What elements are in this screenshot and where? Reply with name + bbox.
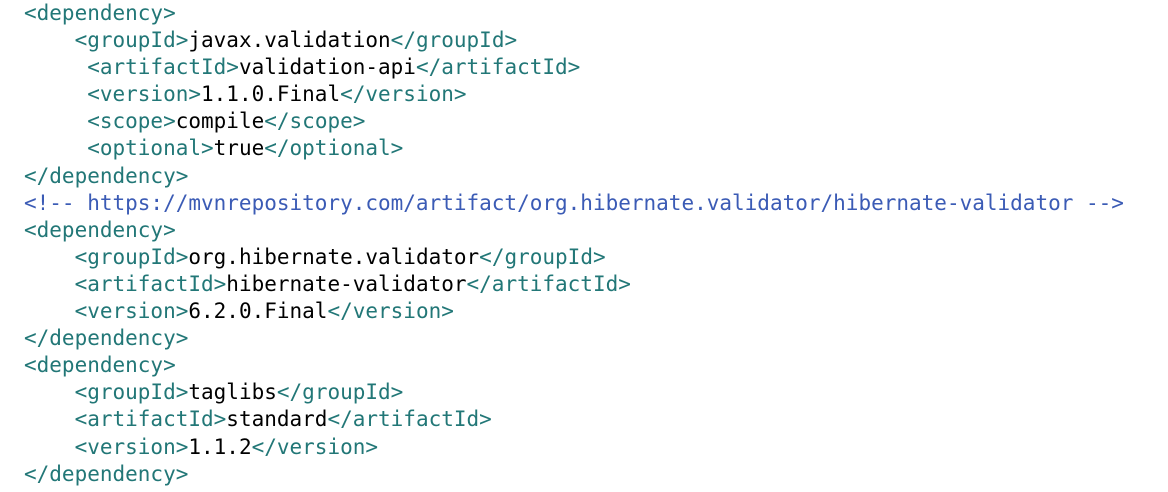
xml-close-tag: </groupId> — [276, 380, 404, 405]
code-line: <groupId>taglibs</groupId> — [24, 379, 1124, 406]
xml-tag: </dependency> — [24, 163, 189, 188]
xml-value: org.hibernate.validator — [188, 244, 480, 269]
xml-open-tag: <artifactId> — [74, 271, 227, 296]
code-line: <groupId>javax.validation</groupId> — [24, 27, 1124, 54]
xml-tag: <dependency> — [24, 353, 176, 378]
code-line: <artifactId>hibernate-validator</artifac… — [24, 271, 1124, 298]
code-line: <!-- https://mvnrepository.com/artifact/… — [24, 190, 1124, 217]
xml-value: taglibs — [188, 380, 277, 405]
xml-open-tag: <artifactId> — [74, 407, 227, 432]
xml-close-tag: </artifactId> — [466, 271, 631, 296]
xml-tag: <dependency> — [24, 1, 176, 25]
xml-close-tag: </artifactId> — [327, 407, 492, 432]
code-line: <version>6.2.0.Final</version> — [24, 298, 1124, 325]
code-line: </dependency> — [24, 325, 1124, 352]
xml-open-tag: <scope> — [87, 109, 176, 134]
code-line: <groupId>org.hibernate.validator</groupI… — [24, 244, 1124, 271]
xml-value: javax.validation — [188, 28, 391, 53]
xml-close-tag: </version> — [251, 434, 379, 459]
xml-close-tag: </version> — [340, 82, 467, 107]
xml-open-tag: <artifactId> — [87, 55, 239, 80]
xml-value: true — [213, 136, 265, 161]
code-line: <scope>compile</scope> — [24, 108, 1124, 135]
code-line: <dependency> — [24, 352, 1124, 379]
xml-code-block: <dependency> <groupId>javax.validation</… — [24, 0, 1124, 488]
code-line: <optional>true</optional> — [24, 135, 1124, 162]
xml-value: compile — [175, 109, 265, 134]
xml-comment: <!-- https://mvnrepository.com/artifact/… — [24, 190, 1124, 215]
xml-close-tag: </optional> — [264, 136, 404, 161]
code-line: <artifactId>validation-api</artifactId> — [24, 54, 1124, 81]
code-line: </dependency> — [24, 163, 1124, 190]
xml-value: standard — [226, 407, 328, 432]
xml-close-tag: </version> — [327, 299, 454, 324]
code-line: <artifactId>standard</artifactId> — [24, 406, 1124, 433]
xml-close-tag: </scope> — [264, 109, 366, 134]
xml-open-tag: <groupId> — [74, 380, 189, 405]
xml-value: 6.2.0.Final — [188, 299, 328, 324]
xml-tag: </dependency> — [24, 461, 189, 486]
xml-tag: <dependency> — [24, 217, 176, 242]
xml-value: 1.1.0.Final — [201, 82, 341, 107]
code-line: <version>1.1.0.Final</version> — [24, 81, 1124, 108]
code-line: </dependency> — [24, 461, 1124, 488]
xml-open-tag: <version> — [87, 82, 202, 107]
xml-close-tag: </artifactId> — [415, 55, 581, 80]
code-line: <dependency> — [24, 0, 1124, 27]
xml-value: hibernate-validator — [226, 271, 467, 296]
xml-open-tag: <version> — [74, 299, 189, 324]
xml-close-tag: </groupId> — [390, 28, 518, 53]
xml-value: 1.1.2 — [188, 434, 252, 459]
xml-value: validation-api — [238, 55, 416, 80]
code-line: <version>1.1.2</version> — [24, 434, 1124, 461]
xml-open-tag: <version> — [74, 434, 189, 459]
xml-open-tag: <groupId> — [74, 28, 189, 53]
xml-tag: </dependency> — [24, 326, 189, 351]
xml-close-tag: </groupId> — [479, 244, 606, 269]
code-line: <dependency> — [24, 217, 1124, 244]
xml-open-tag: <optional> — [87, 136, 214, 161]
xml-open-tag: <groupId> — [74, 244, 189, 269]
code-editor[interactable]: <dependency> <groupId>javax.validation</… — [0, 0, 1168, 492]
